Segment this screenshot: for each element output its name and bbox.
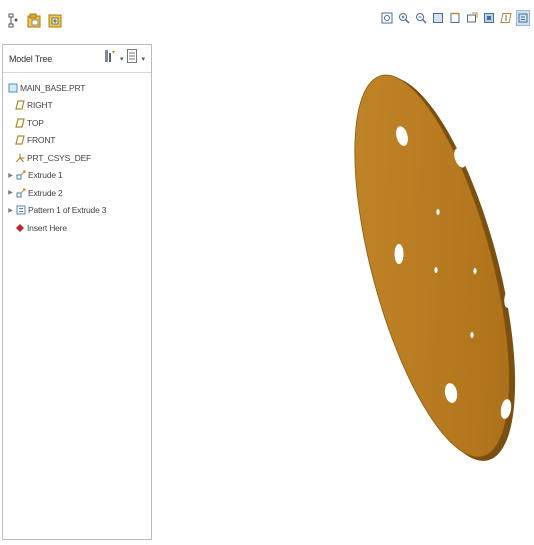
- model-tree: MAIN_BASE.PRT RIGHT TOP FRONT PRT_CSYS_D…: [3, 73, 151, 237]
- tree-item-main-base-prt[interactable]: MAIN_BASE.PRT: [3, 79, 151, 97]
- refit-icon[interactable]: [380, 10, 394, 26]
- tree-item-prt-csys-def[interactable]: PRT_CSYS_DEF: [3, 149, 151, 167]
- datum-plane-icon: [14, 135, 25, 146]
- orient-icon[interactable]: [448, 10, 462, 26]
- model-tree-header: Model Tree ▾ ▾: [3, 45, 151, 73]
- tree-item-top[interactable]: TOP: [3, 114, 151, 132]
- tree-item-label: MAIN_BASE.PRT: [20, 82, 86, 93]
- small-hole: [470, 332, 474, 338]
- model-tree-panel: Model Tree ▾ ▾ MAIN_BASE.PRT RIGHT TOP F…: [2, 44, 152, 540]
- saved-views-icon[interactable]: [465, 10, 479, 26]
- extrude-icon: [15, 187, 26, 198]
- tree-item-label: Extrude 2: [28, 187, 63, 198]
- zoom-out-icon[interactable]: [414, 10, 428, 26]
- zoom-in-icon[interactable]: [397, 10, 411, 26]
- csys-icon: [14, 152, 25, 163]
- repaint-icon[interactable]: [431, 10, 445, 26]
- tree-item-right[interactable]: RIGHT: [3, 97, 151, 115]
- tree-item-front[interactable]: FRONT: [3, 132, 151, 150]
- datum-plane-icon: [14, 117, 25, 128]
- tree-settings-icon[interactable]: [103, 48, 117, 69]
- pattern-icon: [15, 205, 26, 216]
- tree-item-extrude-1[interactable]: ▶ Extrude 1: [3, 167, 151, 185]
- tree-item-label: PRT_CSYS_DEF: [27, 152, 92, 163]
- model-tree-title: Model Tree: [9, 53, 53, 64]
- tree-settings-dropdown-icon[interactable]: ▾: [120, 55, 124, 63]
- tree-item-insert-here[interactable]: Insert Here: [3, 219, 151, 237]
- add-to-model-icon[interactable]: [46, 10, 64, 32]
- small-hole: [473, 268, 477, 274]
- hole: [394, 244, 404, 264]
- tree-item-label: Insert Here: [27, 222, 67, 233]
- annotation-display-icon[interactable]: [516, 10, 530, 26]
- tree-filter-icon[interactable]: [126, 48, 138, 69]
- tree-filter-dropdown-icon[interactable]: ▾: [141, 55, 145, 63]
- small-hole: [436, 209, 440, 215]
- display-style-icon[interactable]: [482, 10, 496, 26]
- creo-window: Model Tree ▾ ▾ MAIN_BASE.PRT RIGHT TOP F…: [0, 0, 534, 545]
- extrude-icon: [15, 170, 26, 181]
- expand-arrow-icon[interactable]: ▶: [6, 189, 15, 196]
- tree-item-pattern-1[interactable]: ▶ Pattern 1 of Extrude 3: [3, 202, 151, 220]
- part-view: [354, 74, 516, 461]
- tree-item-label: RIGHT: [27, 100, 53, 111]
- open-folder-icon[interactable]: [25, 10, 43, 32]
- view-toolbar: [380, 10, 534, 26]
- tree-structure-icon[interactable]: [4, 10, 22, 32]
- model-tree-tools: ▾ ▾: [103, 48, 145, 69]
- datum-display-icon[interactable]: [499, 10, 513, 26]
- part-icon: [7, 82, 18, 93]
- small-hole: [434, 267, 438, 273]
- tree-item-label: Pattern 1 of Extrude 3: [28, 205, 107, 216]
- tree-item-extrude-2[interactable]: ▶ Extrude 2: [3, 184, 151, 202]
- expand-arrow-icon[interactable]: ▶: [6, 207, 15, 214]
- datum-plane-icon: [14, 100, 25, 111]
- insert-marker-icon: [14, 222, 25, 233]
- graphics-viewport[interactable]: [160, 40, 534, 545]
- top-left-toolbar: [4, 8, 64, 34]
- expand-arrow-icon[interactable]: ▶: [6, 172, 15, 179]
- tree-item-label: TOP: [27, 117, 44, 128]
- tree-item-label: FRONT: [27, 135, 56, 146]
- tree-item-label: Extrude 1: [28, 170, 63, 181]
